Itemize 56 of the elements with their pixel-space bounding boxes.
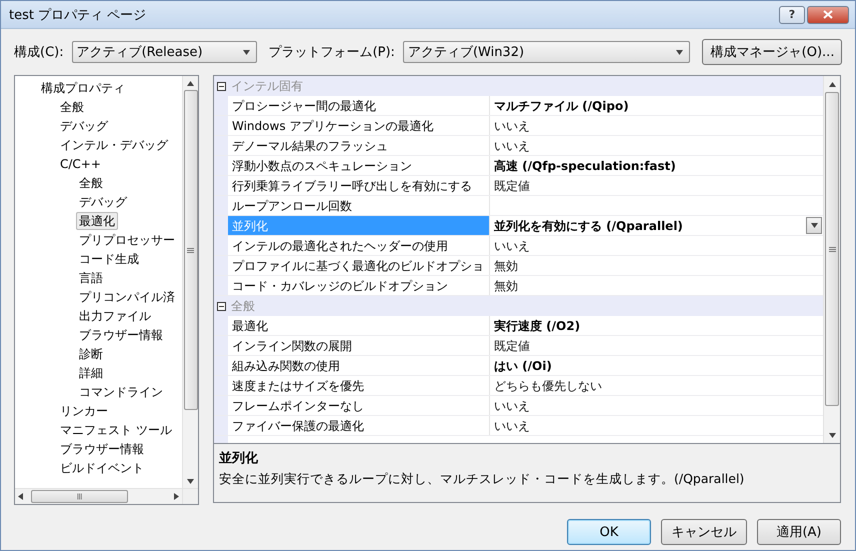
tree-item[interactable]: 全般 xyxy=(57,98,87,116)
platform-dropdown[interactable]: アクティブ(Win32) xyxy=(402,41,690,63)
dropdown-button[interactable] xyxy=(806,217,822,234)
help-button[interactable]: ? xyxy=(779,6,805,24)
tree-item[interactable]: 全般 xyxy=(76,174,106,192)
tree-item[interactable]: プリプロセッサー xyxy=(76,230,178,248)
window-title: test プロパティ ページ xyxy=(9,6,148,24)
scroll-grip-icon xyxy=(828,246,836,252)
tree-item[interactable]: ブラウザー情報 xyxy=(57,440,147,458)
dropdown-arrow-icon xyxy=(810,223,818,228)
dialog-button[interactable]: OK xyxy=(567,519,651,545)
description-title: 並列化 xyxy=(219,450,259,467)
scroll-up-icon[interactable] xyxy=(187,80,194,86)
tree-item[interactable]: 出力ファイル xyxy=(76,306,154,324)
tree-item[interactable]: 構成プロパティ xyxy=(38,78,128,96)
close-button[interactable] xyxy=(807,6,849,24)
tree-item[interactable]: ビルドイベント xyxy=(57,458,147,476)
collapse-icon[interactable] xyxy=(216,82,226,90)
tree-item[interactable]: プリコンパイル済 xyxy=(76,288,178,306)
dialog-button[interactable]: 適用(A) xyxy=(757,519,841,545)
tree-item[interactable]: マニフェスト ツール xyxy=(57,420,175,438)
config-label: 構成(C): xyxy=(14,44,64,61)
vertical-scrollbar[interactable] xyxy=(823,76,840,443)
tree-item[interactable]: C/C++ xyxy=(57,154,104,172)
tree-item[interactable]: 言語 xyxy=(76,268,106,286)
tree-item[interactable]: リンカー xyxy=(57,402,111,420)
dropdown-arrow-icon[interactable] xyxy=(242,50,250,54)
tree-item[interactable]: デバッグ xyxy=(76,192,130,210)
vertical-scrollbar[interactable] xyxy=(182,76,198,488)
platform-label: プラットフォーム(P): xyxy=(268,44,395,61)
tree-item[interactable]: ブラウザー情報 xyxy=(76,326,166,344)
description-text: 安全に並列実行できるループに対し、マルチスレッド・コードを生成します。(/Qparallel) xyxy=(219,471,746,488)
horizontal-scrollbar[interactable] xyxy=(15,488,182,504)
collapse-icon[interactable] xyxy=(216,302,226,310)
scroll-left-icon[interactable] xyxy=(18,493,23,500)
scrollbar-corner xyxy=(182,488,198,504)
category-header: インテル固有 xyxy=(230,79,303,93)
close-icon xyxy=(823,10,833,19)
dropdown-arrow-icon[interactable] xyxy=(828,432,836,438)
tree-item[interactable]: コマンドライン xyxy=(76,382,166,400)
config-dropdown[interactable]: アクティブ(Release) xyxy=(72,41,257,63)
category-header: 全般 xyxy=(230,299,255,313)
tree-item[interactable]: 診断 xyxy=(76,344,106,362)
scroll-grip-icon xyxy=(187,246,194,254)
tree-item[interactable]: インテル・デバッグ xyxy=(57,136,171,154)
tree-item[interactable]: デバッグ xyxy=(57,116,111,134)
scroll-up-icon[interactable] xyxy=(828,82,836,86)
scroll-right-icon[interactable] xyxy=(174,493,179,500)
tree-item[interactable]: コード生成 xyxy=(76,250,142,268)
tree-item[interactable]: 最適化 xyxy=(76,212,118,230)
tree-item[interactable]: 詳細 xyxy=(76,364,106,382)
config-manager-button[interactable]: 構成マネージャ(O)... xyxy=(702,39,842,65)
dropdown-arrow-icon[interactable] xyxy=(187,478,194,484)
dropdown-arrow-icon[interactable] xyxy=(676,50,683,54)
scroll-grip-icon xyxy=(76,493,82,500)
dialog-button[interactable]: キャンセル xyxy=(661,519,747,545)
